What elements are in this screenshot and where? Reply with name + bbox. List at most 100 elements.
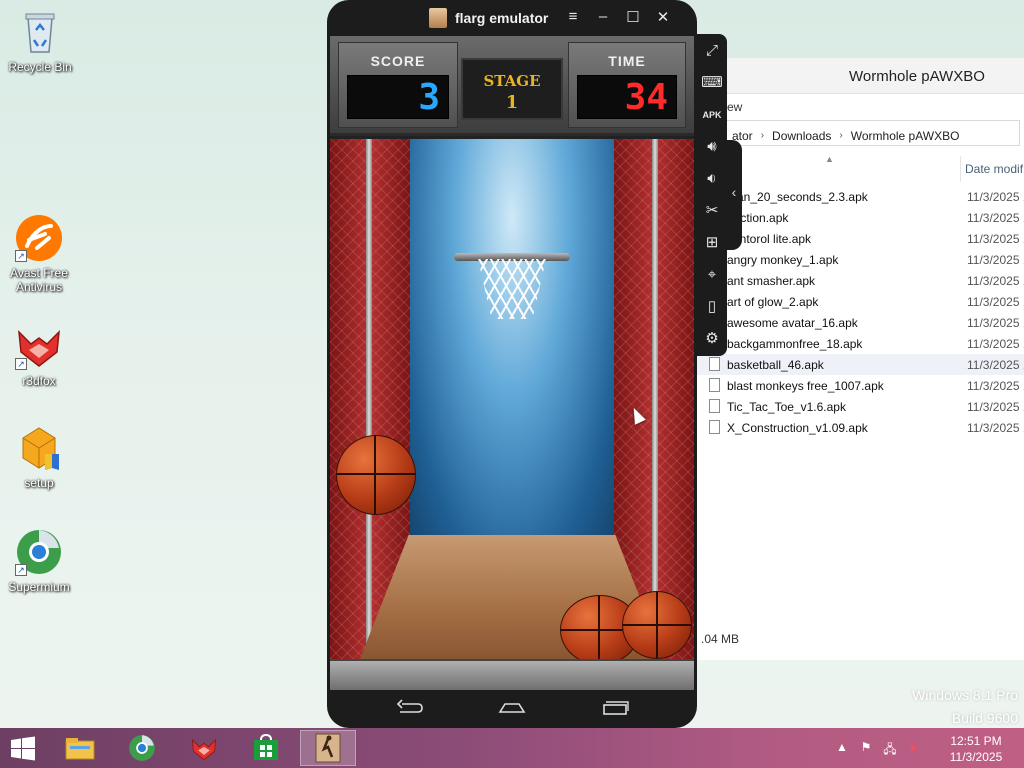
list-item[interactable]: basketball_46.apk 11/3/2025 1 xyxy=(697,354,1024,375)
file-name: man_20_seconds_2.3.apk xyxy=(727,190,868,204)
list-item[interactable]: man_20_seconds_2.3.apk 11/3/2025 1 xyxy=(697,186,1024,207)
emulator-window: flarg emulator ≡ – ☐ ✕ SCORE 3 STAGE 1 T… xyxy=(327,0,697,728)
file-icon xyxy=(709,399,720,413)
taskbar-supermium[interactable] xyxy=(114,730,170,766)
scoreboard: SCORE 3 STAGE 1 TIME 34 xyxy=(330,36,694,136)
desktop-icon-label: Avast Free Antivirus xyxy=(10,266,68,294)
r3dfox-icon: ↗ xyxy=(15,322,63,370)
breadcrumb-item[interactable]: Wormhole pAWXBO xyxy=(851,129,960,143)
list-item[interactable]: blast monkeys free_1007.apk 11/3/2025 1 xyxy=(697,375,1024,396)
taskbar-r3dfox[interactable] xyxy=(176,730,232,766)
emulator-toolbar: ⤢ ⌨ APK 🔊︎ 🔉︎ ✂ ⊞ ⌖ ▯ ⚙ xyxy=(697,34,727,356)
file-explorer-window: Wormhole pAWXBO ew ator › Downloads › Wo… xyxy=(696,58,1024,660)
taskbar: ▲ ⚑ 🖧︎ 🔇︎ 12:51 PM 11/3/2025 xyxy=(0,728,1024,768)
file-name: blast monkeys free_1007.apk xyxy=(727,379,884,393)
fullscreen-icon[interactable]: ⤢ xyxy=(701,40,723,62)
desktop-icon-label: r3dfox xyxy=(22,374,56,388)
stage-value: 1 xyxy=(505,92,519,113)
desktop-icon-r3dfox[interactable]: ↗ r3dfox xyxy=(1,322,77,388)
sort-ascending-icon: ▲ xyxy=(825,154,834,164)
explorer-menu-view[interactable]: ew xyxy=(697,94,1024,118)
list-item[interactable]: duction.apk 11/3/2025 1 xyxy=(697,207,1024,228)
clock-time: 12:51 PM xyxy=(950,734,1002,748)
setup-icon xyxy=(15,424,63,472)
volume-down-icon[interactable]: 🔉︎ xyxy=(701,168,723,190)
watermark-edition: Windows 8.1 Pro xyxy=(912,687,1018,703)
file-date: 11/3/2025 1 xyxy=(967,253,1024,267)
breadcrumb[interactable]: ator › Downloads › Wormhole pAWXBO xyxy=(701,120,1020,146)
location-icon[interactable]: ⌖ xyxy=(701,264,723,286)
minimize-button[interactable]: – xyxy=(593,8,613,25)
action-center-flag-icon[interactable]: ⚑ xyxy=(858,740,874,754)
backdrop-crowd xyxy=(410,139,614,535)
file-explorer-icon xyxy=(65,738,95,760)
file-icon xyxy=(709,420,720,434)
android-navbar xyxy=(327,690,697,728)
store-icon xyxy=(254,734,278,760)
watermark-build: Build 9600 xyxy=(951,710,1018,726)
taskbar-store[interactable] xyxy=(238,730,294,766)
ball-rack-rail xyxy=(330,659,694,690)
column-divider[interactable] xyxy=(960,156,961,182)
desktop-icon-recycle-bin[interactable]: Recycle Bin xyxy=(2,8,78,74)
list-item[interactable]: angry monkey_1.apk 11/3/2025 1 xyxy=(697,249,1024,270)
list-item[interactable]: Tic_Tac_Toe_v1.6.apk 11/3/2025 1 xyxy=(697,396,1024,417)
desktop-icon-supermium[interactable]: ↗ Supermium xyxy=(1,528,77,594)
home-icon[interactable] xyxy=(492,698,532,720)
taskbar-flarg-emulator[interactable] xyxy=(300,730,356,766)
maximize-button[interactable]: ☐ xyxy=(623,8,643,26)
screenshot-cut-icon[interactable]: ✂ xyxy=(701,200,723,222)
recents-icon[interactable] xyxy=(595,698,635,720)
basketball-court[interactable] xyxy=(330,139,694,665)
emulator-title: flarg emulator xyxy=(455,10,549,26)
score-panel: SCORE 3 xyxy=(338,42,458,128)
basketball-in-flight[interactable] xyxy=(336,435,416,515)
taskbar-clock[interactable]: 12:51 PM 11/3/2025 xyxy=(946,733,1006,765)
explorer-title: Wormhole pAWXBO xyxy=(697,58,1024,94)
shake-icon[interactable]: ▯ xyxy=(701,296,723,318)
clock-date: 11/3/2025 xyxy=(949,750,1003,764)
column-header-row: ▲ Date modif xyxy=(697,154,1024,182)
settings-icon[interactable]: ⚙ xyxy=(701,328,723,350)
emulator-titlebar[interactable]: flarg emulator ≡ – ☐ ✕ xyxy=(327,0,697,36)
start-button[interactable] xyxy=(10,736,36,762)
file-name: art of glow_2.apk xyxy=(727,295,819,309)
close-button[interactable]: ✕ xyxy=(653,8,673,26)
list-item[interactable]: awesome avatar_16.apk 11/3/2025 1 xyxy=(697,312,1024,333)
android-screen[interactable]: SCORE 3 STAGE 1 TIME 34 xyxy=(330,36,694,690)
desktop-icon-avast[interactable]: ↗ Avast Free Antivirus xyxy=(1,214,77,294)
list-item[interactable]: contorol lite.apk 11/3/2025 1 xyxy=(697,228,1024,249)
column-header-date[interactable]: Date modif xyxy=(965,162,1023,176)
breadcrumb-separator-icon: › xyxy=(760,130,765,141)
windows-watermark: Windows 8.1 Pro Build 9600 xyxy=(912,684,1018,730)
add-window-icon[interactable]: ⊞ xyxy=(701,232,723,254)
menu-icon[interactable]: ≡ xyxy=(563,8,583,25)
list-item[interactable]: ant smasher.apk 11/3/2025 1 xyxy=(697,270,1024,291)
score-value: 3 xyxy=(347,75,449,119)
taskbar-file-explorer[interactable] xyxy=(52,730,108,766)
desktop-icon-setup[interactable]: setup xyxy=(1,424,77,490)
recycle-bin-icon xyxy=(16,8,64,56)
file-date: 11/3/2025 1 xyxy=(967,295,1024,309)
fence-pole xyxy=(366,139,372,659)
breadcrumb-item[interactable]: Downloads xyxy=(772,129,831,143)
file-date: 11/3/2025 1 xyxy=(967,379,1024,393)
time-label: TIME xyxy=(608,53,646,69)
collapse-toolbar-chevron-icon[interactable]: ‹ xyxy=(726,140,742,250)
keyboard-icon[interactable]: ⌨ xyxy=(701,72,723,94)
list-item[interactable]: backgammonfree_18.apk 11/3/2025 1 xyxy=(697,333,1024,354)
file-icon xyxy=(709,357,720,371)
file-date: 11/3/2025 1 xyxy=(967,400,1024,414)
apk-install-icon[interactable]: APK xyxy=(701,104,723,126)
volume-muted-icon[interactable]: 🔇︎ xyxy=(906,740,922,755)
list-item[interactable]: art of glow_2.apk 11/3/2025 1 xyxy=(697,291,1024,312)
list-item[interactable]: X_Construction_v1.09.apk 11/3/2025 1 xyxy=(697,417,1024,438)
avast-icon: ↗ xyxy=(15,214,63,262)
file-date: 11/3/2025 1 xyxy=(967,358,1024,372)
network-icon[interactable]: 🖧︎ xyxy=(882,740,898,761)
volume-up-icon[interactable]: 🔊︎ xyxy=(701,136,723,158)
show-hidden-icons-chevron-icon[interactable]: ▲ xyxy=(834,740,850,754)
back-icon[interactable] xyxy=(389,698,429,720)
score-label: SCORE xyxy=(370,53,426,69)
basketball-rack-ball[interactable] xyxy=(622,591,692,659)
